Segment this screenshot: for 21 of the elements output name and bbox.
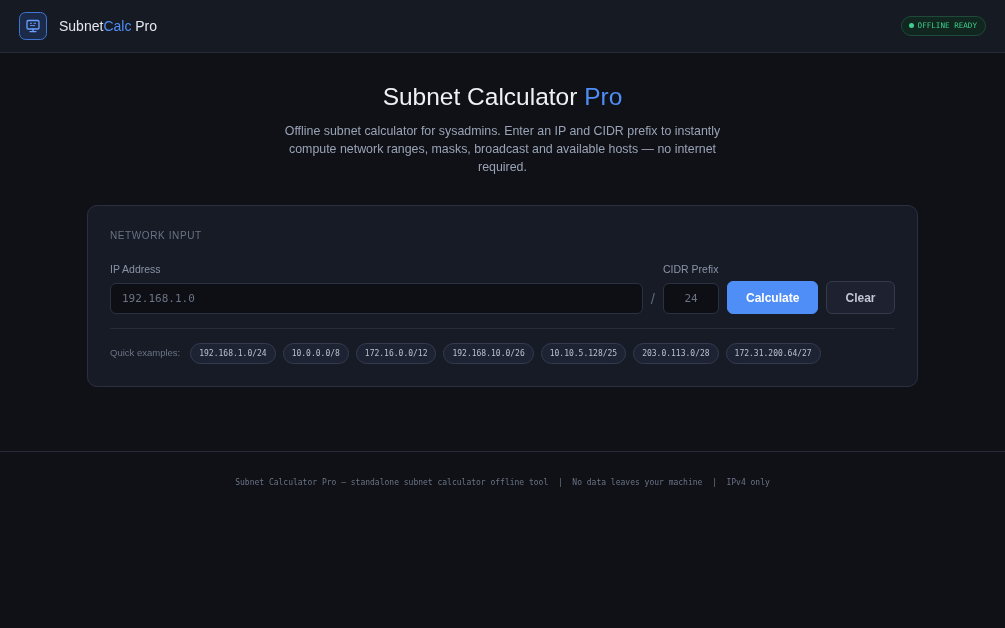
- example-chip[interactable]: 192.168.1.0/24: [190, 343, 276, 364]
- page-description: Offline subnet calculator for sysadmins. Enter an IP and CIDR prefix to instantly compute network ranges, masks, broadcast and available hosts — no internet required.: [283, 123, 722, 176]
- cidr-prefix-field[interactable]: 24: [663, 283, 719, 314]
- separator-slash: /: [650, 289, 655, 309]
- example-chip[interactable]: 192.168.10.0/26: [443, 343, 534, 364]
- example-chip[interactable]: 172.16.0.0/12: [355, 343, 437, 364]
- example-chip[interactable]: 10.10.5.128/25: [540, 343, 627, 364]
- example-chip[interactable]: 10.0.0.0/8: [282, 343, 349, 364]
- field-label: IP Address: [110, 263, 162, 275]
- logo-monitor-icon: [19, 12, 47, 40]
- brand-name: SubnetCalc Pro: [59, 16, 158, 36]
- page-title: Subnet Calculator Pro: [381, 82, 624, 112]
- section-heading: NETWORK INPUT: [110, 229, 203, 243]
- field-label: CIDR Prefix: [663, 263, 719, 275]
- footer-text: Subnet Calculator Pro — standalone subnet calculator offline tool | No data leaves your machine | IPv4 only: [235, 478, 770, 487]
- clear-button[interactable]: Clear: [826, 281, 895, 314]
- status-dot-icon: [908, 23, 914, 29]
- example-chip[interactable]: 203.0.113.0/28: [633, 343, 719, 364]
- ip-address-field[interactable]: 192.168.1.0: [110, 283, 643, 314]
- example-chip[interactable]: 172.31.200.64/27: [725, 343, 821, 364]
- quick-examples-label: Quick examples:: [110, 346, 181, 361]
